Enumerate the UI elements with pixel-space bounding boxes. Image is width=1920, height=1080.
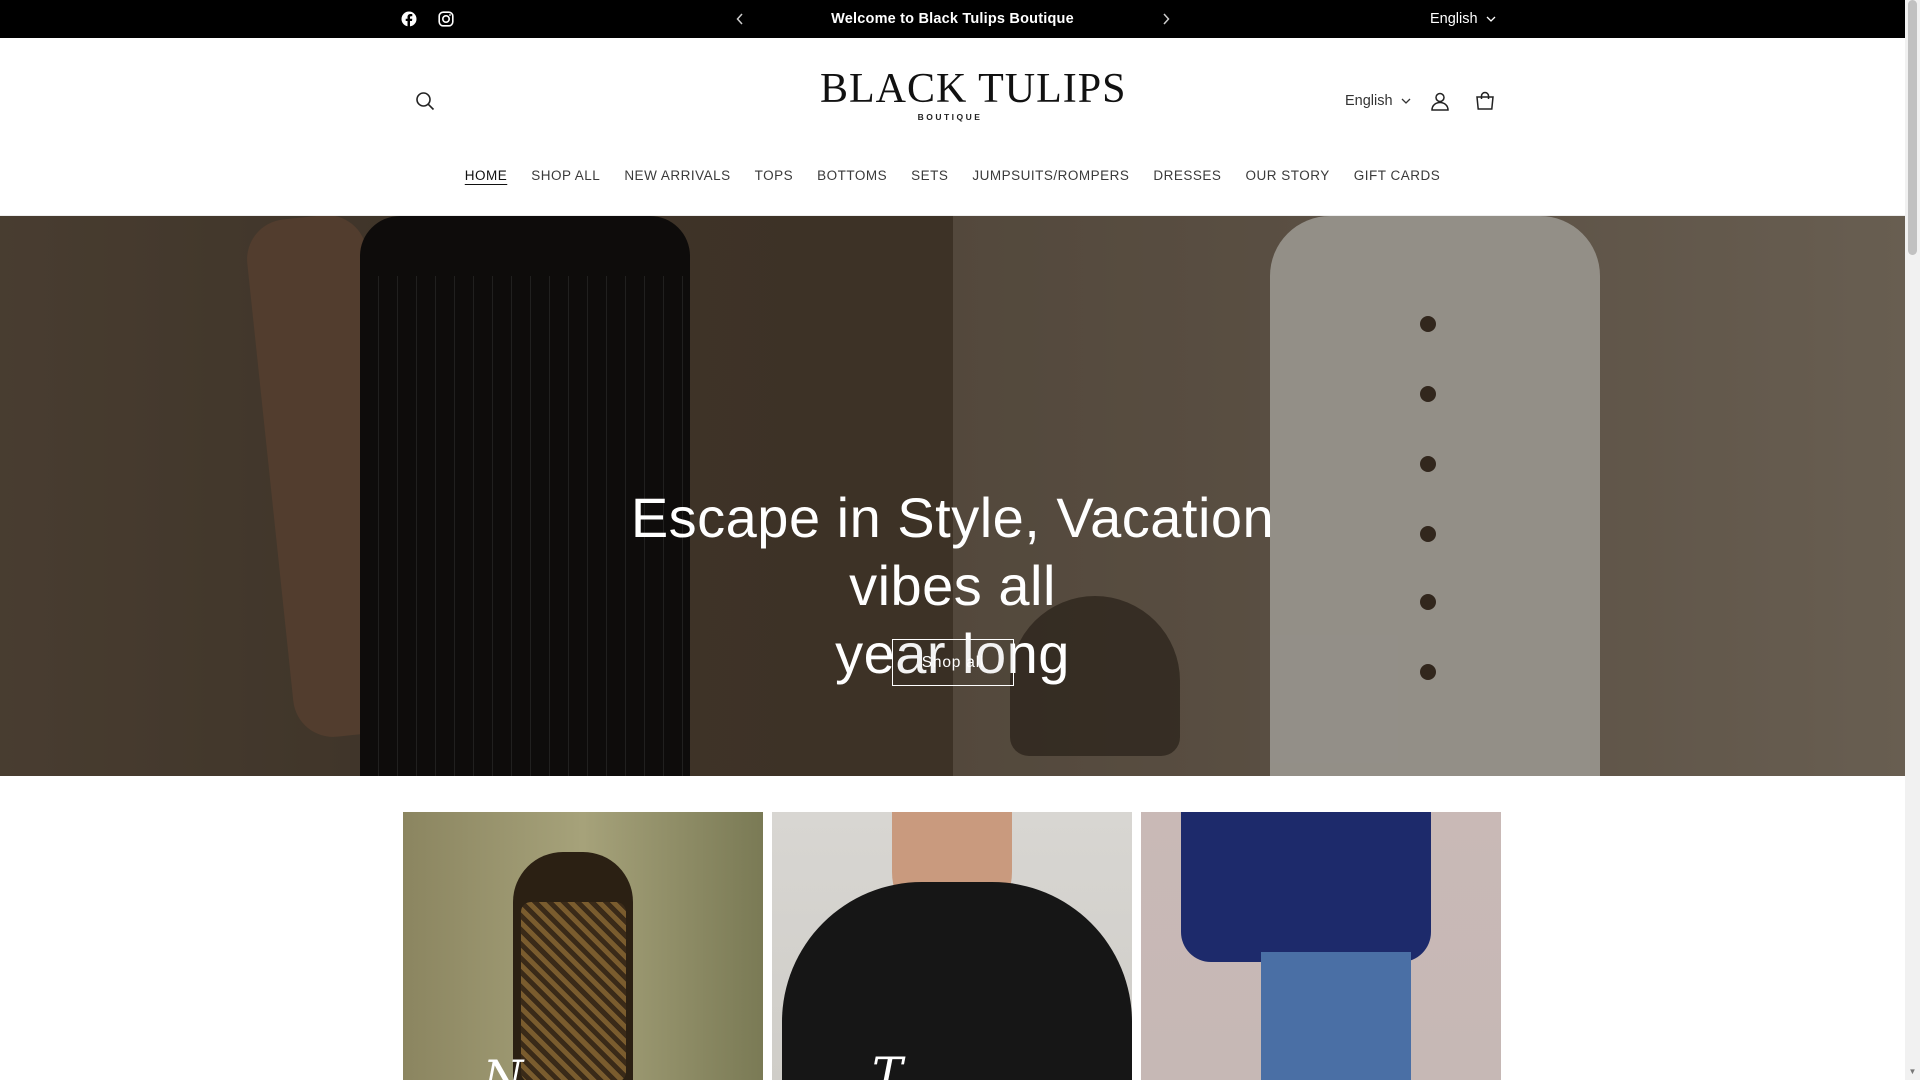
chevron-right-icon [1163, 13, 1170, 25]
scroll-down-arrow-icon[interactable]: ▼ [1908, 1067, 1917, 1076]
search-icon [416, 92, 435, 111]
nav-item-gift-cards[interactable]: GIFT CARDS [1342, 164, 1453, 188]
hero-banner: Escape in Style, Vacation vibes all year… [0, 216, 1905, 776]
collection-card[interactable]: T [772, 812, 1132, 1080]
card-model-jeans [1261, 952, 1411, 1080]
logo-brand-name: BLACK TULIPS [820, 66, 1127, 112]
nav-item-dresses[interactable]: DRESSES [1141, 164, 1233, 188]
language-label: English [1345, 93, 1393, 109]
nav-item-new-arrivals[interactable]: NEW ARRIVALS [612, 164, 742, 188]
shop-all-button[interactable]: Shop all [892, 639, 1014, 686]
nav-item-home[interactable]: HOME [453, 164, 520, 188]
card-script-title: T [872, 1047, 903, 1080]
card-script-title: N [483, 1050, 524, 1080]
cart-icon [1476, 91, 1494, 110]
collection-card[interactable]: N [403, 812, 763, 1080]
nav-item-tops[interactable]: TOPS [743, 164, 806, 188]
chevron-down-icon [1486, 16, 1496, 22]
collection-grid: N T [403, 812, 1503, 1080]
nav-item-jumpsuits-rompers[interactable]: JUMPSUITS/ROMPERS [960, 164, 1141, 188]
card-model-image [782, 882, 1132, 1080]
search-button[interactable] [410, 86, 440, 116]
main-navigation: HOME SHOP ALL NEW ARRIVALS TOPS BOTTOMS … [0, 164, 1905, 188]
announcement-language-selector[interactable]: English [1430, 0, 1496, 38]
announcement-bar: Welcome to Black Tulips Boutique English [0, 0, 1905, 38]
language-label: English [1430, 11, 1478, 27]
nav-item-our-story[interactable]: OUR STORY [1233, 164, 1341, 188]
card-model-blouse [1181, 812, 1431, 962]
page-scrollbar[interactable]: ▼ [1905, 0, 1920, 1080]
nav-item-bottoms[interactable]: BOTTOMS [805, 164, 899, 188]
card-sequin-jacket [521, 902, 626, 1080]
account-icon [1431, 92, 1449, 111]
logo-subtitle: BOUTIQUE [917, 112, 983, 122]
scrollbar-thumb[interactable] [1908, 0, 1917, 255]
collection-card[interactable] [1141, 812, 1501, 1080]
announcement-message: Welcome to Black Tulips Boutique [831, 11, 1074, 27]
chevron-down-icon [1401, 98, 1411, 104]
nav-item-sets[interactable]: SETS [899, 164, 960, 188]
nav-item-shop-all[interactable]: SHOP ALL [519, 164, 612, 188]
header-language-selector[interactable]: English [1345, 88, 1411, 114]
site-header: BLACK TULIPS BOUTIQUE English HOME SHOP … [0, 38, 1905, 216]
cart-button[interactable] [1471, 87, 1499, 115]
announcement-next-button[interactable] [1155, 8, 1177, 30]
account-button[interactable] [1426, 87, 1454, 115]
site-logo[interactable]: BLACK TULIPS BOUTIQUE [820, 66, 1127, 140]
hero-headline-line-1: Escape in Style, Vacation vibes all [630, 486, 1275, 617]
